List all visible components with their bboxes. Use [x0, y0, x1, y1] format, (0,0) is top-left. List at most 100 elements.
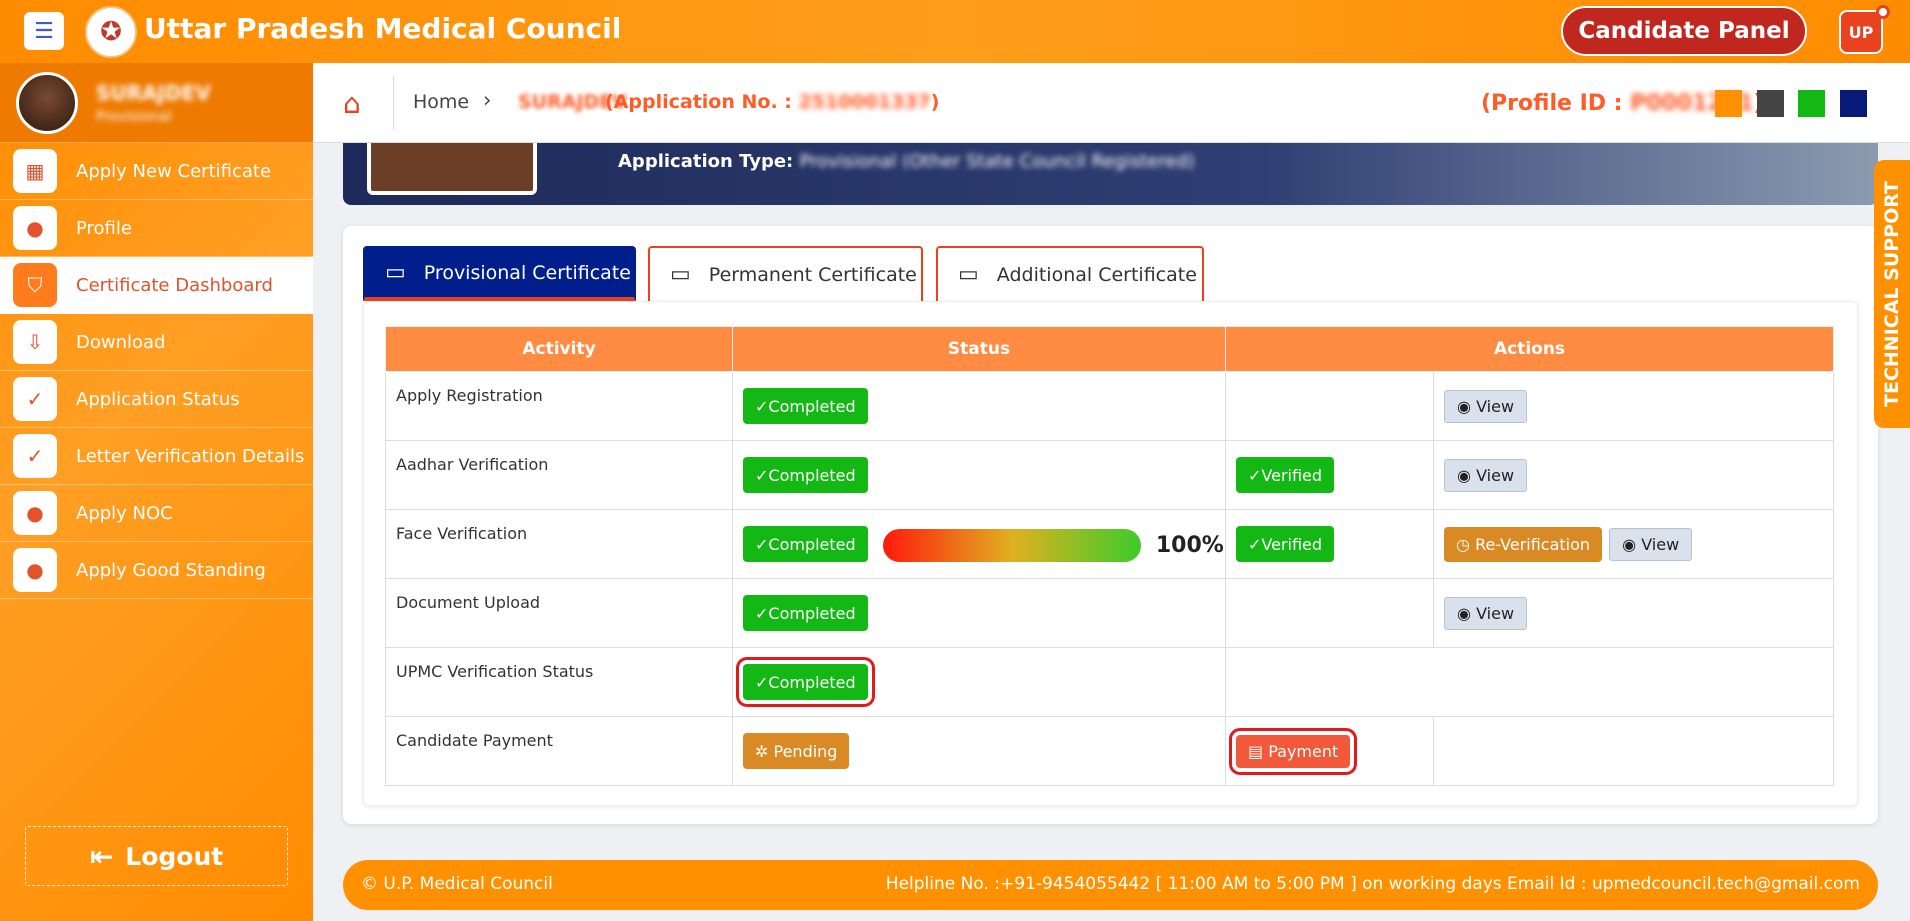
- status-text: Completed: [768, 672, 856, 692]
- payment-button[interactable]: ▤ Payment: [1228, 727, 1358, 775]
- card-icon: ▤: [1248, 741, 1264, 761]
- status-badge: ✓ Completed: [743, 388, 868, 424]
- application-type: Application Type: Provisional (Other Sta…: [618, 151, 1195, 172]
- application-no-prefix: (Application No. :: [605, 91, 799, 113]
- eye-icon: ◉: [1457, 603, 1471, 623]
- view-label: View: [1641, 534, 1680, 554]
- candidate-photo: [367, 143, 537, 195]
- profile-id-prefix: (Profile ID :: [1481, 91, 1631, 116]
- sidebar-item-letter-verification[interactable]: ✓ Letter Verification Details: [0, 428, 313, 485]
- tab-additional-certificate[interactable]: ▭ Additional Certificate: [936, 246, 1204, 301]
- user-menu-button[interactable]: UP: [1839, 10, 1883, 54]
- sidebar-item-application-status[interactable]: ✓ Application Status: [0, 371, 313, 428]
- column-header-actions: Actions: [1225, 326, 1834, 372]
- technical-support-tab[interactable]: TECHNICAL SUPPORT: [1874, 160, 1910, 428]
- activity-cell: Candidate Payment: [385, 716, 733, 786]
- activity-cell: Aadhar Verification: [385, 440, 733, 510]
- shield-icon: ⛉: [13, 263, 57, 307]
- user-icon: ●: [13, 491, 57, 535]
- certificate-icon: ▭: [670, 262, 691, 287]
- tab-provisional-certificate[interactable]: ▭ Provisional Certificate: [363, 246, 636, 301]
- theme-swatch-navy[interactable]: [1840, 90, 1867, 117]
- tab-permanent-certificate[interactable]: ▭ Permanent Certificate: [648, 246, 923, 301]
- status-cell: ✓ Completed: [732, 371, 1226, 441]
- sidebar-item-download[interactable]: ⇩ Download: [0, 314, 313, 371]
- view-button[interactable]: ◉ View: [1444, 596, 1528, 630]
- sidebar-item-label: Apply Good Standing: [76, 559, 266, 581]
- status-cell: ✓ Completed 100%: [732, 509, 1226, 579]
- breadcrumb: ⌂ Home › SURAJDEV (Application No. : 251…: [313, 63, 1910, 143]
- certificate-icon: ▭: [958, 262, 979, 287]
- verified-badge: ✓ Verified: [1236, 526, 1335, 562]
- hamburger-menu-button[interactable]: ☰: [24, 12, 64, 50]
- app-title: Uttar Pradesh Medical Council: [144, 12, 622, 45]
- column-header-activity: Activity: [385, 326, 733, 372]
- eye-icon: ◉: [1622, 534, 1637, 554]
- activity-table: Activity Status Actions Apply Registrati…: [385, 326, 1834, 786]
- chevron-right-icon: ›: [483, 88, 492, 112]
- verified-cell: ✓ Verified: [1225, 509, 1434, 579]
- theme-swatch-orange[interactable]: [1715, 90, 1742, 117]
- eye-icon: ◉: [1457, 396, 1471, 416]
- check-badge-icon: ✓: [13, 434, 57, 478]
- status-cell: ✲ Pending: [732, 716, 1226, 786]
- certificate-icon: ▭: [385, 260, 406, 285]
- sidebar-item-label: Download: [76, 331, 166, 353]
- home-icon[interactable]: ⌂: [343, 87, 361, 120]
- clock-icon: ◷: [1456, 534, 1470, 554]
- footer-copyright: © U.P. Medical Council: [361, 874, 553, 894]
- view-button[interactable]: ◉ View: [1609, 527, 1693, 561]
- breadcrumb-home-link[interactable]: Home: [413, 91, 469, 113]
- status-text: Completed: [768, 465, 856, 485]
- sidebar-item-apply-noc[interactable]: ● Apply NOC: [0, 485, 313, 542]
- breadcrumb-application-no: (Application No. : 2510001337): [605, 91, 939, 113]
- user-type: Provisional: [96, 108, 172, 125]
- sidebar-item-apply-new-certificate[interactable]: ▦ Apply New Certificate: [0, 143, 313, 200]
- sidebar-item-apply-good-standing[interactable]: ● Apply Good Standing: [0, 542, 313, 599]
- notification-dot: [1876, 5, 1890, 19]
- status-badge: ✓ Completed: [743, 526, 868, 562]
- table-row: Candidate Payment ✲ Pending ▤ Payment: [385, 716, 1834, 786]
- candidate-panel-button[interactable]: Candidate Panel: [1561, 6, 1807, 56]
- menu-icon: ☰: [34, 18, 54, 44]
- view-label: View: [1476, 396, 1515, 416]
- eye-icon: ◉: [1457, 465, 1471, 485]
- status-cell: ✓ Completed: [732, 647, 1226, 717]
- theme-swatch-green[interactable]: [1798, 90, 1825, 117]
- logout-icon: ⇤: [89, 839, 114, 873]
- tab-label: Permanent Certificate: [708, 263, 917, 286]
- view-button[interactable]: ◉ View: [1444, 389, 1528, 423]
- sidebar-item-label: Apply NOC: [76, 502, 173, 524]
- technical-support-label: TECHNICAL SUPPORT: [1881, 181, 1904, 407]
- table-row: Aadhar Verification ✓ Completed ✓ Verifi…: [385, 440, 1834, 510]
- status-text: Completed: [768, 603, 856, 623]
- status-badge-pending: ✲ Pending: [743, 733, 850, 769]
- application-no-value: 2510001337: [798, 91, 931, 113]
- sidebar-item-certificate-dashboard[interactable]: ⛉ Certificate Dashboard: [0, 257, 313, 314]
- table-row: UPMC Verification Status ✓ Completed: [385, 647, 1834, 717]
- sidebar-item-label: Apply New Certificate: [76, 160, 272, 182]
- tab-label: Additional Certificate: [996, 263, 1197, 286]
- re-verification-button[interactable]: ◷ Re-Verification: [1444, 526, 1603, 562]
- view-button[interactable]: ◉ View: [1444, 458, 1528, 492]
- footer-helpline: Helpline No. :+91-9454055442 [ 11:00 AM …: [885, 874, 1860, 894]
- user-info: SURAJDEV Provisional: [0, 63, 313, 143]
- payment-label: Payment: [1268, 741, 1339, 761]
- application-type-label: Application Type:: [618, 151, 794, 172]
- status-cell: ✓ Completed: [732, 578, 1226, 648]
- activity-cell: Document Upload: [385, 578, 733, 648]
- status-text: Pending: [773, 741, 838, 761]
- theme-swatch-gray[interactable]: [1757, 90, 1784, 117]
- view-label: View: [1476, 603, 1515, 623]
- payment-cell: ▤ Payment: [1225, 716, 1434, 786]
- download-icon: ⇩: [13, 320, 57, 364]
- logout-button[interactable]: ⇤ Logout: [25, 826, 288, 886]
- sidebar-item-profile[interactable]: ● Profile: [0, 200, 313, 257]
- verified-cell: ✓ Verified: [1225, 440, 1434, 510]
- table-row: Document Upload ✓ Completed ◉ View: [385, 578, 1834, 648]
- avatar: [16, 71, 78, 134]
- top-bar: ☰ ✪ Uttar Pradesh Medical Council Candid…: [0, 0, 1910, 63]
- sidebar-item-label: Application Status: [76, 388, 240, 410]
- sidebar-item-label: Certificate Dashboard: [76, 274, 273, 296]
- sidebar-item-label: Profile: [76, 217, 132, 239]
